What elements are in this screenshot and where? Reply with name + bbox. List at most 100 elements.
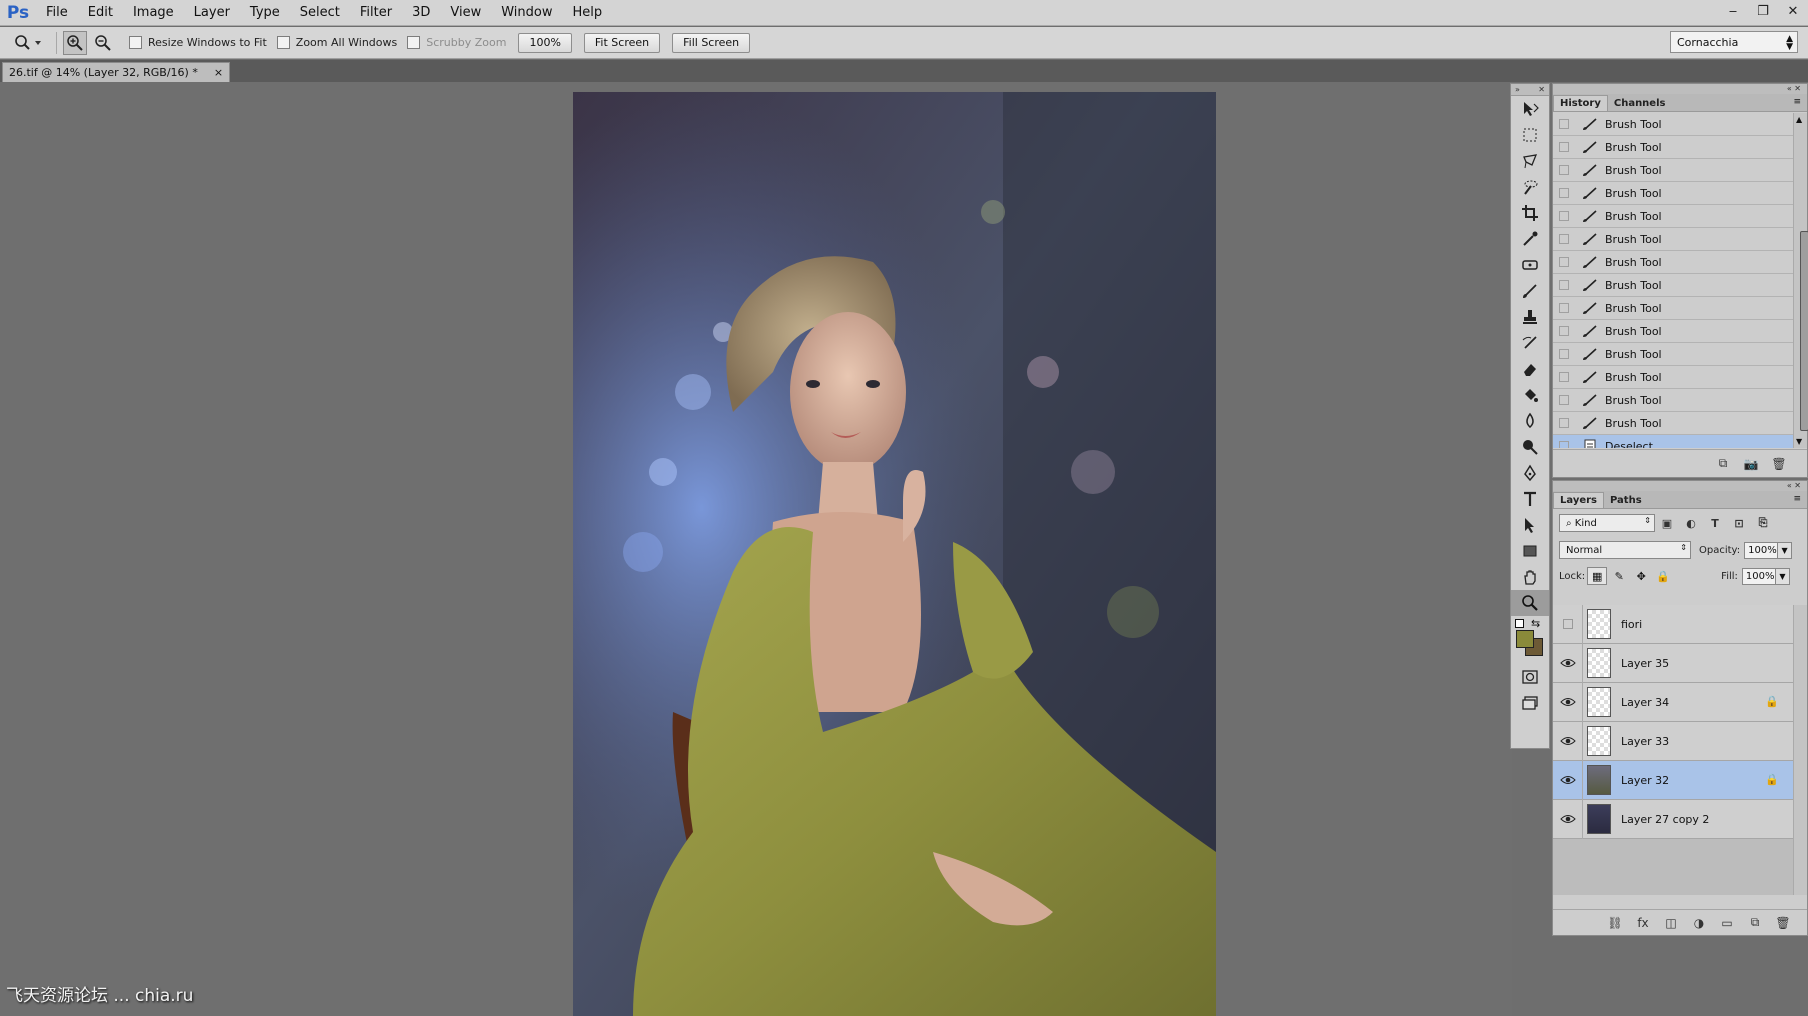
scroll-down-icon[interactable]: ▼: [1796, 437, 1802, 446]
visibility-toggle[interactable]: [1553, 721, 1583, 761]
tool-preset-picker[interactable]: [6, 31, 50, 55]
lasso-tool[interactable]: [1511, 148, 1549, 174]
foreground-color-swatch[interactable]: [1516, 630, 1534, 648]
layer-style-icon[interactable]: fx: [1629, 913, 1657, 933]
snapshot-source-toggle[interactable]: [1553, 182, 1575, 205]
snapshot-source-toggle[interactable]: [1553, 297, 1575, 320]
opacity-dropdown-icon[interactable]: ▼: [1778, 541, 1793, 559]
color-swatches[interactable]: ⇆: [1511, 616, 1549, 664]
fill-dropdown-icon[interactable]: ▼: [1775, 567, 1790, 585]
history-state[interactable]: Brush Tool: [1553, 159, 1793, 182]
history-scrollbar[interactable]: ▲ ▼: [1793, 113, 1808, 448]
snapshot-source-toggle[interactable]: [1553, 343, 1575, 366]
history-state[interactable]: Brush Tool: [1553, 228, 1793, 251]
visibility-toggle[interactable]: [1553, 760, 1583, 800]
resize-windows-checkbox[interactable]: Resize Windows to Fit: [129, 36, 267, 49]
history-state[interactable]: Brush Tool: [1553, 274, 1793, 297]
history-state[interactable]: Brush Tool: [1553, 251, 1793, 274]
panel-strip[interactable]: « ✕: [1553, 84, 1807, 94]
blend-mode-select[interactable]: Normal ⇕: [1559, 541, 1691, 559]
history-brush-tool[interactable]: [1511, 330, 1549, 356]
layer-thumbnail[interactable]: [1587, 726, 1611, 756]
scroll-up-icon[interactable]: ▲: [1796, 115, 1802, 124]
scroll-thumb[interactable]: [1800, 231, 1808, 431]
filter-pixel-icon[interactable]: ▣: [1655, 514, 1679, 532]
snapshot-source-toggle[interactable]: [1553, 113, 1575, 136]
lock-position-icon[interactable]: ✥: [1631, 567, 1651, 585]
zoom-all-windows-checkbox[interactable]: Zoom All Windows: [276, 36, 397, 49]
layer-row[interactable]: fiori: [1553, 604, 1793, 644]
history-state[interactable]: Brush Tool: [1553, 297, 1793, 320]
visibility-toggle[interactable]: [1553, 604, 1583, 644]
visibility-toggle[interactable]: [1553, 799, 1583, 839]
brush-tool[interactable]: [1511, 278, 1549, 304]
blur-tool[interactable]: [1511, 408, 1549, 434]
canvas-area[interactable]: 飞天资源论坛 ... chia.ru: [0, 82, 1512, 1016]
visibility-toggle[interactable]: [1553, 682, 1583, 722]
layer-thumbnail[interactable]: [1587, 609, 1611, 639]
menu-3d[interactable]: 3D: [402, 0, 440, 26]
panel-menu-icon[interactable]: ≡: [1793, 494, 1801, 504]
fill-screen-button[interactable]: Fill Screen: [672, 32, 751, 53]
layer-thumbnail[interactable]: [1587, 804, 1611, 834]
clone-stamp-tool[interactable]: [1511, 304, 1549, 330]
menu-image[interactable]: Image: [123, 0, 184, 26]
workspace-select[interactable]: Cornacchia ▲ ▼: [1670, 31, 1798, 53]
opacity-input[interactable]: 100%: [1744, 541, 1779, 559]
link-layers-icon[interactable]: ⛓: [1601, 913, 1629, 933]
adjustment-layer-icon[interactable]: ◑: [1685, 913, 1713, 933]
zoom-out-button[interactable]: [91, 31, 115, 55]
new-group-icon[interactable]: ▭: [1713, 913, 1741, 933]
close-button[interactable]: ✕: [1778, 0, 1808, 22]
snapshot-source-toggle[interactable]: [1553, 136, 1575, 159]
layer-name[interactable]: fiori: [1621, 618, 1642, 631]
snapshot-source-toggle[interactable]: [1553, 320, 1575, 343]
eyedropper-tool[interactable]: [1511, 226, 1549, 252]
layer-name[interactable]: Layer 27 copy 2: [1621, 813, 1709, 826]
history-state[interactable]: Brush Tool: [1553, 389, 1793, 412]
layer-thumbnail[interactable]: [1587, 687, 1611, 717]
menu-help[interactable]: Help: [563, 0, 613, 26]
quick-mask-button[interactable]: [1511, 664, 1549, 690]
lock-transparent-pixels-icon[interactable]: ▦: [1587, 567, 1608, 585]
pen-tool[interactable]: [1511, 460, 1549, 486]
checkbox-box[interactable]: [129, 36, 142, 49]
zoom-tool[interactable]: [1511, 590, 1549, 616]
dodge-tool[interactable]: [1511, 434, 1549, 460]
lock-all-icon[interactable]: 🔒: [1653, 567, 1673, 585]
tab-channels[interactable]: Channels: [1608, 95, 1672, 111]
snapshot-source-toggle[interactable]: [1553, 159, 1575, 182]
history-state[interactable]: Brush Tool: [1553, 205, 1793, 228]
checkbox-box[interactable]: [276, 36, 290, 49]
visibility-toggle[interactable]: [1553, 643, 1583, 683]
panel-strip[interactable]: « ✕: [1553, 481, 1807, 491]
quick-selection-tool[interactable]: [1511, 174, 1549, 200]
menu-layer[interactable]: Layer: [184, 0, 240, 26]
rectangle-tool[interactable]: [1511, 538, 1549, 564]
snapshot-source-toggle[interactable]: [1553, 366, 1575, 389]
layer-thumbnail[interactable]: [1587, 765, 1611, 795]
menu-edit[interactable]: Edit: [78, 0, 123, 26]
menu-select[interactable]: Select: [290, 0, 350, 26]
checkbox-box[interactable]: [407, 36, 421, 49]
layer-row[interactable]: Layer 27 copy 2: [1553, 799, 1793, 839]
layer-thumbnail[interactable]: [1587, 648, 1611, 678]
tab-layers[interactable]: Layers: [1553, 492, 1604, 508]
screen-mode-button[interactable]: [1511, 690, 1549, 716]
menu-filter[interactable]: Filter: [350, 0, 402, 26]
crop-tool[interactable]: [1511, 200, 1549, 226]
filter-shape-icon[interactable]: ⊡: [1727, 514, 1751, 532]
history-state[interactable]: Brush Tool: [1553, 320, 1793, 343]
layer-kind-filter[interactable]: ⌕ Kind ⇕: [1559, 514, 1655, 532]
fit-screen-button[interactable]: Fit Screen: [583, 32, 661, 53]
layer-name[interactable]: Layer 32: [1621, 774, 1669, 787]
snapshot-source-toggle[interactable]: [1553, 228, 1575, 251]
layer-row[interactable]: Layer 32 🔒: [1553, 760, 1793, 800]
new-document-from-state-button[interactable]: ⧉: [1709, 454, 1737, 474]
paint-bucket-tool[interactable]: [1511, 382, 1549, 408]
fill-input[interactable]: 100%: [1741, 567, 1776, 585]
snapshot-source-toggle[interactable]: [1553, 389, 1575, 412]
layer-name[interactable]: Layer 33: [1621, 735, 1669, 748]
history-state[interactable]: Deselect: [1553, 435, 1793, 448]
history-state[interactable]: Brush Tool: [1553, 182, 1793, 205]
